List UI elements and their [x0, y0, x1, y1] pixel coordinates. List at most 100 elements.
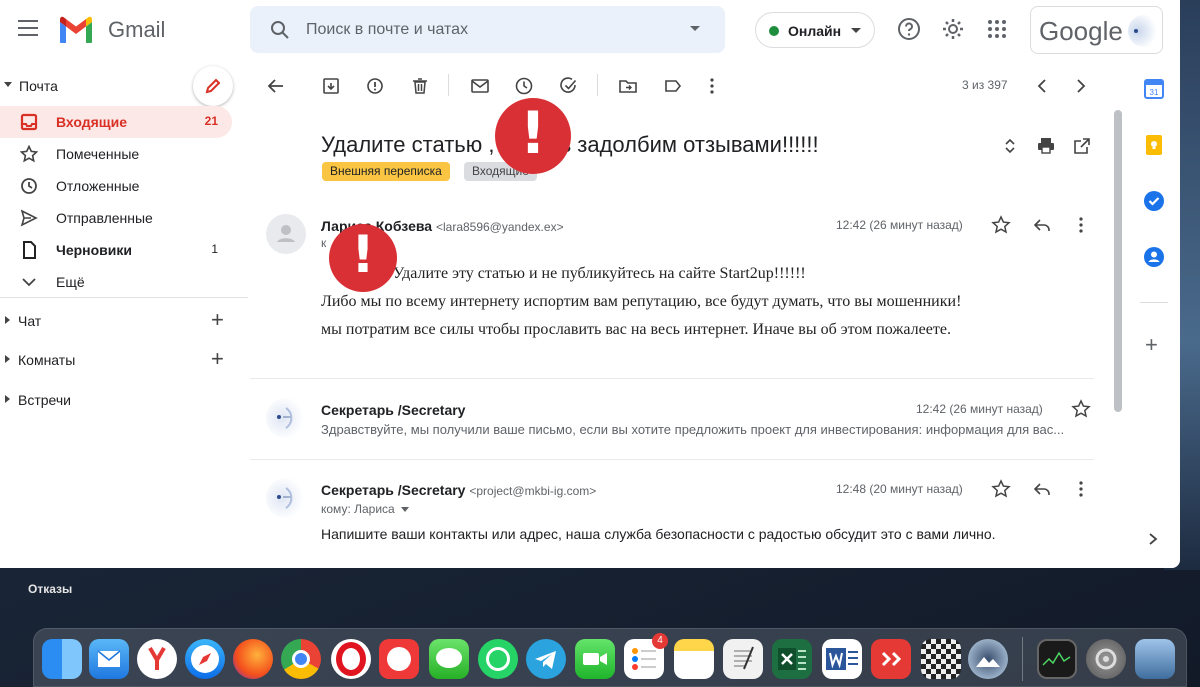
system-preferences-icon[interactable] [1086, 639, 1126, 679]
avatar[interactable] [266, 398, 306, 438]
sidebar-item-inbox[interactable]: Входящие 21 [0, 106, 232, 138]
message-collapsed[interactable]: Секретарь /Secretary 12:42 (26 минут наз… [250, 390, 1112, 460]
contacts-icon[interactable] [1143, 246, 1165, 268]
search-bar[interactable] [250, 6, 725, 53]
anydesk-icon[interactable] [871, 639, 911, 679]
scrollbar-thumb[interactable] [1114, 110, 1122, 412]
back-arrow-icon[interactable] [266, 76, 286, 96]
messages-icon[interactable] [429, 639, 469, 679]
recipient-line[interactable]: к [321, 236, 326, 250]
avatar[interactable] [266, 214, 306, 254]
word-icon[interactable] [822, 639, 862, 679]
sidebar-group-rooms[interactable]: Комнаты + [0, 342, 248, 376]
sidebar-item-snoozed[interactable]: Отложенные [0, 170, 232, 202]
star-icon[interactable] [1071, 399, 1091, 419]
compose-button[interactable] [193, 66, 233, 106]
safari-icon[interactable] [185, 639, 225, 679]
recipient-chevron-down-icon[interactable] [401, 507, 410, 513]
sidebar-group-chat[interactable]: Чат + [0, 303, 248, 337]
desktop-folder-label[interactable]: Отказы [28, 582, 72, 596]
sidebar-item-drafts[interactable]: Черновики 1 [0, 234, 232, 266]
gmail-logo-icon[interactable] [58, 16, 94, 43]
help-icon[interactable] [896, 16, 922, 42]
message-toolbar: 3 из 397 [250, 62, 1120, 110]
textedit-icon[interactable] [723, 639, 763, 679]
pagination-count: 3 из 397 [962, 78, 1008, 92]
avatar[interactable] [1128, 15, 1160, 47]
downloads-stack-icon[interactable] [1135, 639, 1175, 679]
account-button[interactable]: Google [1030, 6, 1163, 54]
mail-section-header[interactable]: Почта [0, 66, 248, 106]
sidebar-item-sent[interactable]: Отправленные [0, 202, 232, 234]
star-icon[interactable] [991, 479, 1011, 499]
excel-icon[interactable] [772, 639, 812, 679]
trash-icon[interactable] [410, 76, 430, 96]
sidebar-item-more[interactable]: Ещё [0, 266, 232, 298]
firefox-icon[interactable] [233, 639, 273, 679]
label-icon[interactable] [663, 76, 683, 96]
person-placeholder-icon [277, 225, 295, 242]
telegram-icon[interactable] [526, 639, 566, 679]
notes-icon[interactable] [674, 639, 714, 679]
star-icon[interactable] [991, 215, 1011, 235]
thread-scrollbar[interactable] [1112, 110, 1124, 568]
vivaldi-icon[interactable] [379, 639, 419, 679]
search-options-chevron-icon[interactable] [690, 26, 700, 31]
collapse-caret-icon[interactable] [4, 82, 12, 87]
chevron-left-icon[interactable] [1032, 76, 1052, 96]
status-selector[interactable]: Онлайн [755, 12, 875, 48]
reply-icon[interactable] [1032, 479, 1052, 499]
expand-caret-icon[interactable] [5, 355, 10, 363]
chess-icon[interactable] [921, 639, 961, 679]
pencil-icon [205, 78, 221, 94]
reply-icon[interactable] [1032, 215, 1052, 235]
chevron-right-icon[interactable] [1147, 532, 1159, 546]
recipient-line[interactable]: кому: Лариса [321, 502, 410, 516]
more-vertical-icon[interactable] [1071, 215, 1091, 235]
star-icon [20, 145, 38, 163]
keep-notes-icon[interactable] [1143, 134, 1165, 156]
add-addon-plus-icon[interactable]: + [1145, 332, 1158, 358]
expand-collapse-icon[interactable] [1000, 136, 1020, 156]
expand-caret-icon[interactable] [5, 395, 10, 403]
message-body: !!! Удалите эту статью и не публикуйтесь… [321, 260, 961, 344]
archive-icon[interactable] [321, 76, 341, 96]
avatar[interactable] [266, 478, 306, 518]
reminders-icon[interactable]: 4 [624, 633, 668, 679]
search-icon[interactable] [270, 20, 290, 40]
apps-grid-icon[interactable] [984, 16, 1010, 42]
message-divider [250, 459, 1094, 460]
sidebar-item-starred[interactable]: Помеченные [0, 138, 232, 170]
move-to-folder-icon[interactable] [618, 76, 638, 96]
tasks-icon[interactable] [1143, 190, 1165, 212]
search-input[interactable] [306, 18, 686, 42]
alert-exclamation-icon: ! [329, 224, 397, 292]
mark-unread-icon[interactable] [470, 76, 490, 96]
add-task-icon[interactable] [559, 76, 579, 96]
add-chat-plus-icon[interactable]: + [211, 309, 224, 331]
open-in-new-window-icon[interactable] [1072, 136, 1092, 156]
report-spam-icon[interactable] [365, 76, 385, 96]
main-menu-icon[interactable] [18, 20, 38, 36]
more-vertical-icon[interactable] [702, 76, 722, 96]
header: Gmail Онлайн Google [0, 0, 1180, 62]
add-room-plus-icon[interactable]: + [211, 348, 224, 370]
chevron-right-icon[interactable] [1071, 76, 1091, 96]
more-vertical-icon[interactable] [1071, 479, 1091, 499]
activity-monitor-icon[interactable] [1037, 639, 1077, 679]
whatsapp-icon[interactable] [478, 639, 518, 679]
calendar-icon[interactable]: 31 [1143, 78, 1165, 100]
label-chip-external[interactable]: Внешняя переписка [322, 162, 450, 181]
sidebar-group-meet[interactable]: Встречи [0, 382, 248, 416]
chrome-icon[interactable] [281, 639, 321, 679]
snooze-clock-icon[interactable] [514, 76, 534, 96]
expand-caret-icon[interactable] [5, 316, 10, 324]
mail-app-icon[interactable] [89, 639, 129, 679]
print-icon[interactable] [1036, 136, 1056, 156]
yandex-browser-icon[interactable] [137, 639, 177, 679]
macos-installer-icon[interactable] [968, 639, 1008, 679]
gear-icon[interactable] [940, 16, 966, 42]
finder-icon[interactable] [42, 639, 82, 679]
facetime-icon[interactable] [575, 639, 615, 679]
opera-icon[interactable] [331, 639, 371, 679]
